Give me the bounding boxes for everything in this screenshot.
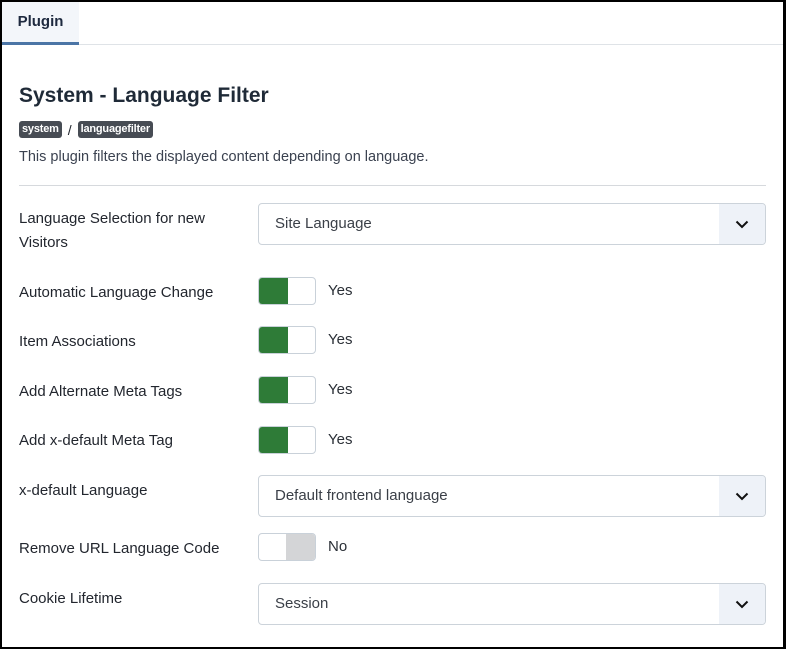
select-value: Site Language [275, 215, 372, 232]
cookie-lifetime-select[interactable]: Session [258, 583, 766, 625]
breadcrumb-separator: / [67, 121, 72, 138]
xdefault-meta-tag-label: Add x-default Meta Tag [19, 432, 173, 449]
item-associations-label: Item Associations [19, 333, 136, 350]
chevron-down-icon [719, 584, 765, 624]
select-value: Session [275, 595, 329, 612]
divider [19, 185, 766, 186]
remove-url-code-label: Remove URL Language Code [19, 540, 220, 557]
select-value: Default frontend language [275, 487, 448, 504]
alternate-meta-tags-label: Add Alternate Meta Tags [19, 383, 183, 400]
xdefault-language-select[interactable]: Default frontend language [258, 475, 766, 517]
tab-bar: Plugin [2, 2, 783, 45]
toggle-state: Yes [328, 431, 353, 448]
badge-folder: system [19, 121, 62, 138]
toggle-state: Yes [328, 331, 353, 348]
language-selection-label: Language Selection for new Visitors [19, 207, 205, 255]
xdefault-meta-tag-toggle[interactable] [258, 426, 316, 454]
badge-element: languagefilter [77, 121, 153, 138]
automatic-language-change-toggle[interactable] [258, 277, 316, 305]
tab-plugin[interactable]: Plugin [2, 2, 79, 45]
toggle-fill [259, 278, 288, 304]
toggle-fill [259, 427, 288, 453]
page-title: System - Language Filter [19, 84, 269, 107]
toggle-fill [259, 377, 288, 403]
alternate-meta-tags-toggle[interactable] [258, 376, 316, 404]
toggle-fill [286, 534, 315, 560]
xdefault-language-label: x-default Language [19, 482, 148, 499]
plugin-description: This plugin filters the displayed conten… [19, 149, 429, 165]
toggle-state: Yes [328, 282, 353, 299]
cookie-lifetime-label: Cookie Lifetime [19, 590, 123, 607]
remove-url-code-toggle[interactable] [258, 533, 316, 561]
label-line: Visitors [19, 234, 68, 251]
plugin-editor: Plugin System - Language Filter system /… [2, 2, 783, 647]
chevron-down-icon [719, 204, 765, 244]
item-associations-toggle[interactable] [258, 326, 316, 354]
breadcrumb: system / languagefilter [19, 121, 153, 138]
toggle-state: No [328, 538, 348, 555]
toggle-fill [259, 327, 288, 353]
language-selection-select[interactable]: Site Language [258, 203, 766, 245]
label-line: Language Selection for new [19, 210, 205, 227]
chevron-down-icon [719, 476, 765, 516]
automatic-language-change-label: Automatic Language Change [19, 284, 214, 301]
toggle-state: Yes [328, 381, 353, 398]
